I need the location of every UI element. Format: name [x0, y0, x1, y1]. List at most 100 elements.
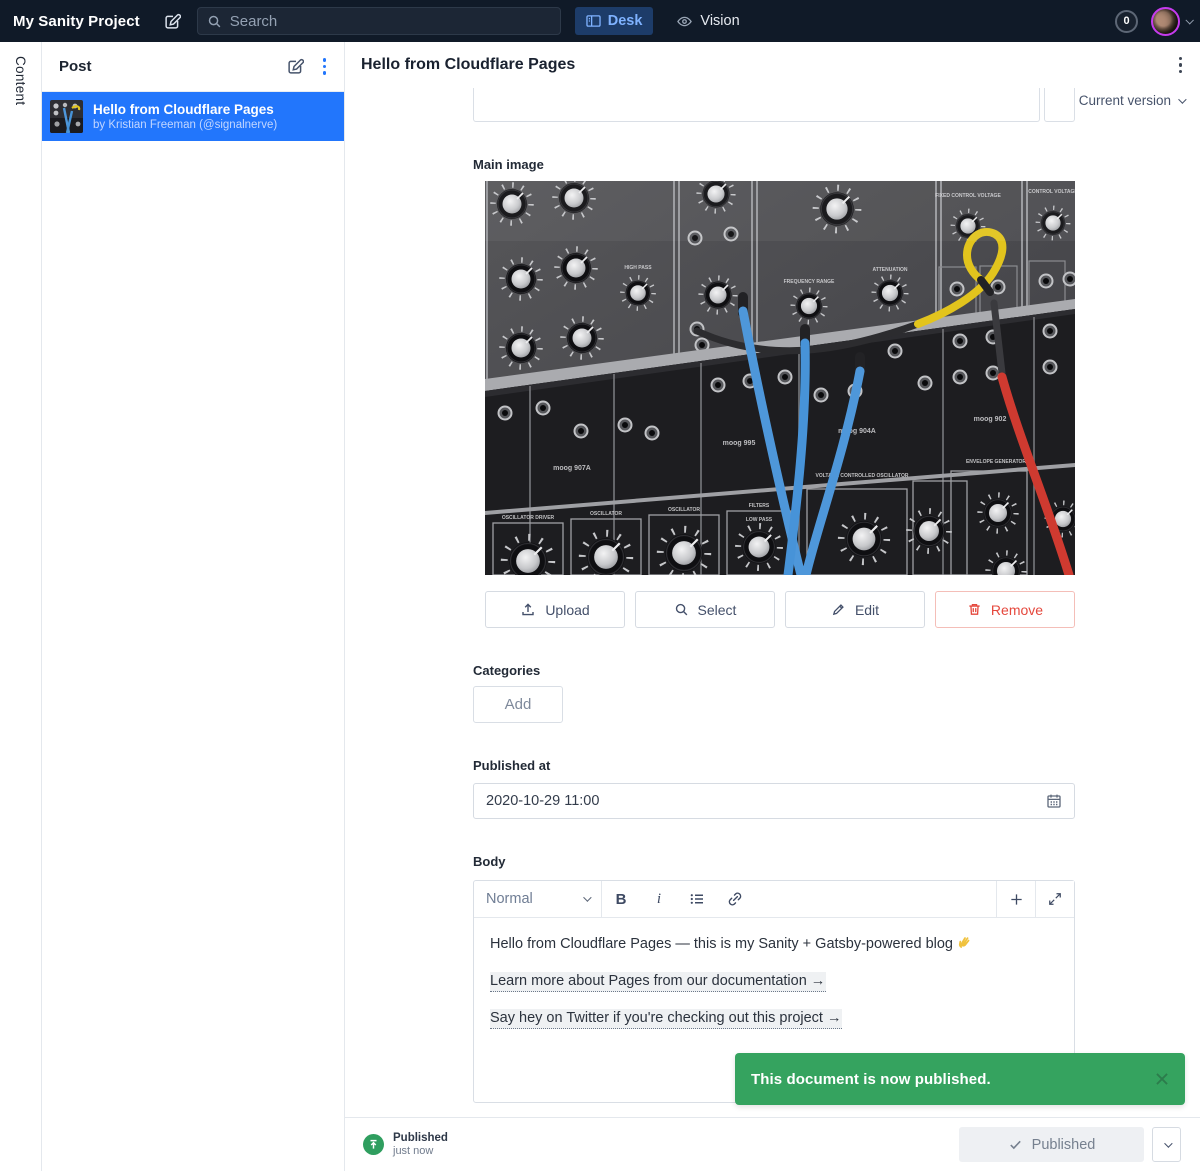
svg-text:LOW PASS: LOW PASS — [746, 517, 773, 523]
user-menu[interactable] — [1151, 7, 1192, 36]
body-link[interactable]: Learn more about Pages from our document… — [490, 972, 826, 992]
publish-button-label: Published — [1032, 1137, 1096, 1153]
expand-icon — [1048, 892, 1062, 906]
italic-button[interactable]: i — [640, 881, 678, 917]
svg-text:ENVELOPE GENERATOR: ENVELOPE GENERATOR — [966, 459, 1026, 465]
close-icon[interactable] — [1153, 1070, 1171, 1088]
search-icon — [674, 602, 689, 617]
new-document-button[interactable] — [158, 6, 188, 36]
field-label-categories: Categories — [473, 663, 1075, 678]
slug-input-partial[interactable] — [473, 88, 1040, 122]
svg-text:FILTERS: FILTERS — [749, 503, 770, 509]
document-form: Main image — [345, 88, 1200, 1117]
select-label: Select — [698, 602, 737, 618]
document-status-bar: Published just now Published — [345, 1117, 1200, 1171]
svg-text:moog 995: moog 995 — [723, 440, 756, 447]
tab-vision[interactable]: Vision — [665, 7, 750, 35]
post-panel-header: Post — [42, 42, 344, 92]
post-list-panel: Post Hello from Cloudflare Pages by Kris… — [42, 42, 345, 1171]
sidebar-item-content[interactable]: Content — [13, 56, 28, 105]
pencil-icon — [831, 602, 846, 617]
svg-text:ATTENUATION: ATTENUATION — [872, 267, 907, 273]
search-bar[interactable] — [197, 7, 561, 35]
trash-icon — [967, 602, 982, 617]
document-header: Hello from Cloudflare Pages — [345, 42, 1200, 88]
publish-status-icon — [363, 1134, 384, 1155]
svg-text:OSCILLATOR DRIVER: OSCILLATOR DRIVER — [502, 515, 555, 521]
sidebar-rail: Content — [0, 42, 42, 1171]
post-item-subtitle: by Kristian Freeman (@signalnerve) — [93, 119, 277, 131]
svg-text:HIGH PASS: HIGH PASS — [624, 265, 652, 271]
body-text-area[interactable]: Hello from Cloudflare Pages — this is my… — [474, 918, 1074, 1045]
top-navigation-bar: My Sanity Project Desk Vision 0 — [0, 0, 1200, 42]
chevron-down-icon — [1164, 1139, 1172, 1147]
text-style-select[interactable]: Normal — [474, 881, 602, 917]
bold-button[interactable]: B — [602, 881, 640, 917]
validation-count-badge[interactable]: 0 — [1115, 10, 1138, 33]
compose-icon — [164, 13, 181, 30]
desk-icon — [586, 14, 601, 28]
svg-text:moog 902: moog 902 — [974, 416, 1007, 423]
compose-icon — [287, 58, 304, 75]
upload-label: Upload — [545, 602, 589, 618]
chevron-down-icon — [1185, 16, 1193, 24]
body-paragraph: Say hey on Twitter if you're checking ou… — [490, 1008, 1058, 1028]
insert-block-button[interactable] — [996, 881, 1035, 917]
main-image-preview[interactable]: HIGH PASS FREQUENCY RANGE ATTENUATION FI… — [485, 181, 1075, 575]
search-icon — [207, 14, 222, 29]
document-menu-button[interactable] — [1171, 49, 1190, 81]
plus-icon — [1009, 892, 1024, 907]
search-input[interactable] — [230, 13, 551, 30]
body-paragraph: Learn more about Pages from our document… — [490, 971, 1058, 991]
toast-message: This document is now published. — [751, 1071, 991, 1088]
remove-image-button[interactable]: Remove — [935, 591, 1075, 628]
svg-text:OSCILLATOR: OSCILLATOR — [668, 507, 700, 513]
desk-tab-label: Desk — [608, 13, 643, 29]
document-editor-panel: Hello from Cloudflare Pages Current vers… — [345, 42, 1200, 1171]
list-item-post[interactable]: Hello from Cloudflare Pages by Kristian … — [42, 92, 344, 141]
avatar — [1151, 7, 1180, 36]
body-paragraph: Hello from Cloudflare Pages — this is my… — [490, 934, 1058, 954]
published-at-input[interactable] — [486, 793, 1046, 809]
eye-icon — [676, 14, 693, 29]
panel-title: Post — [59, 58, 92, 75]
panel-menu-button[interactable] — [315, 51, 334, 83]
publish-time: just now — [393, 1145, 448, 1157]
link-button[interactable] — [716, 881, 754, 917]
create-post-button[interactable] — [281, 51, 311, 81]
field-label-body: Body — [473, 854, 1075, 869]
field-label-published-at: Published at — [473, 758, 1075, 773]
post-thumbnail — [50, 100, 83, 133]
add-category-button[interactable]: Add — [473, 686, 563, 723]
published-at-field — [473, 783, 1075, 819]
select-image-button[interactable]: Select — [635, 591, 775, 628]
svg-text:moog 907A: moog 907A — [553, 465, 591, 472]
wave-emoji-icon — [956, 935, 971, 950]
upload-image-button[interactable]: Upload — [485, 591, 625, 628]
publish-menu-button[interactable] — [1152, 1127, 1181, 1162]
tab-desk[interactable]: Desk — [575, 7, 654, 35]
chevron-down-icon — [583, 893, 591, 901]
svg-text:FREQUENCY RANGE: FREQUENCY RANGE — [784, 279, 835, 285]
calendar-icon[interactable] — [1046, 793, 1062, 809]
upload-icon — [520, 602, 536, 618]
badge-count: 0 — [1123, 15, 1129, 27]
editor-toolbar: Normal B i — [474, 881, 1074, 918]
publish-status-label: Published — [393, 1132, 448, 1144]
vision-tab-label: Vision — [700, 13, 739, 29]
project-title[interactable]: My Sanity Project — [13, 13, 140, 30]
link-icon — [727, 891, 743, 907]
toast-notification: This document is now published. — [735, 1053, 1185, 1105]
bullet-list-button[interactable] — [678, 881, 716, 917]
slug-field-partial — [473, 88, 1075, 122]
fullscreen-button[interactable] — [1035, 881, 1074, 917]
remove-label: Remove — [991, 602, 1043, 618]
slug-generate-button-partial[interactable] — [1044, 88, 1075, 122]
publish-button[interactable]: Published — [959, 1127, 1144, 1162]
document-title: Hello from Cloudflare Pages — [361, 56, 575, 74]
body-link[interactable]: Say hey on Twitter if you're checking ou… — [490, 1009, 842, 1029]
svg-text:OSCILLATOR: OSCILLATOR — [590, 511, 622, 517]
text-style-value: Normal — [486, 891, 533, 907]
edit-image-button[interactable]: Edit — [785, 591, 925, 628]
post-item-title: Hello from Cloudflare Pages — [93, 102, 277, 117]
